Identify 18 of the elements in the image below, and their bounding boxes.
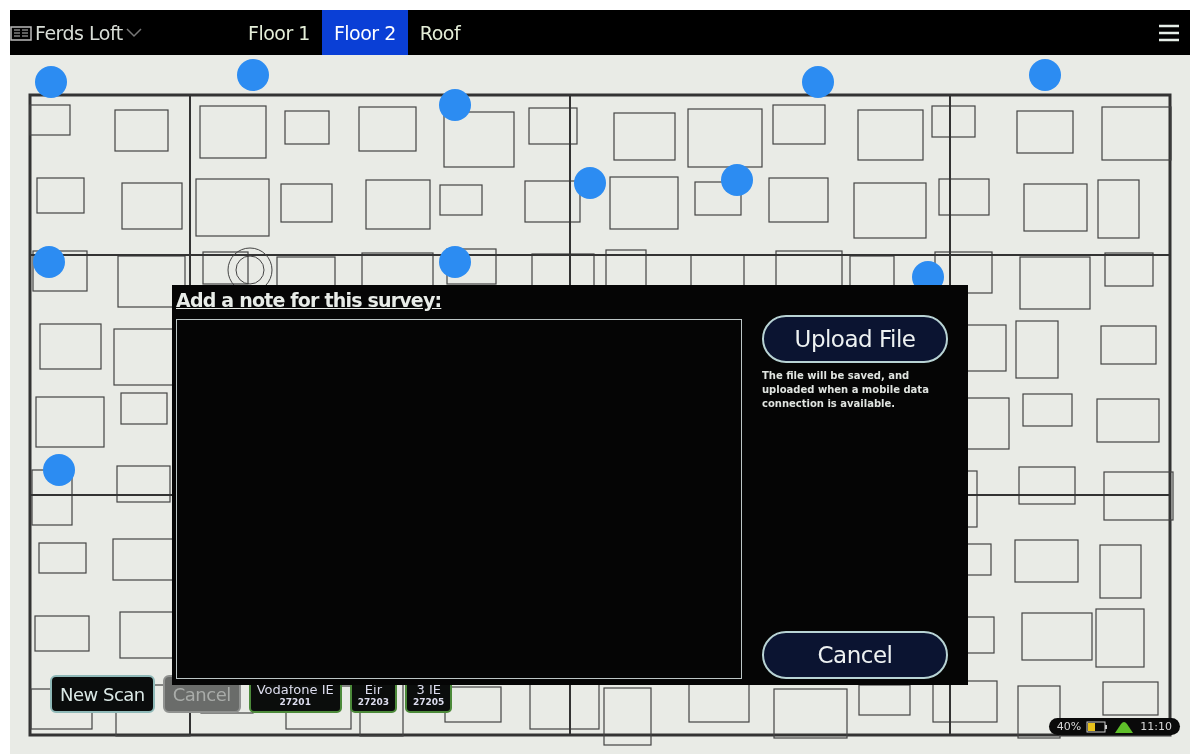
- floor-tab[interactable]: Floor 1: [236, 10, 322, 55]
- network-code: 27205: [413, 696, 445, 707]
- action-button[interactable]: New Scan: [50, 675, 155, 713]
- upload-file-button[interactable]: Upload File: [762, 315, 948, 363]
- network-code: 27203: [357, 696, 390, 707]
- building-name: Ferds Loft: [35, 21, 123, 44]
- clock-time: 11:10: [1140, 720, 1172, 733]
- upload-hint: The file will be saved, and uploaded when a mobile data connection is available.: [762, 369, 930, 411]
- floor-tab[interactable]: Floor 2: [321, 10, 408, 55]
- dialog-title: Add a note for this survey:: [176, 289, 443, 313]
- network-name: 3 IE: [416, 681, 441, 697]
- network-name: Vodafone IE: [256, 681, 334, 697]
- network-name: Eir: [364, 681, 382, 697]
- network-code: 27201: [279, 696, 311, 707]
- floor-tab[interactable]: Roof: [407, 10, 473, 55]
- battery-percent: 40%: [1056, 720, 1082, 733]
- building-selector[interactable]: Ferds Loft: [10, 21, 236, 44]
- cancel-button[interactable]: Cancel: [762, 631, 948, 679]
